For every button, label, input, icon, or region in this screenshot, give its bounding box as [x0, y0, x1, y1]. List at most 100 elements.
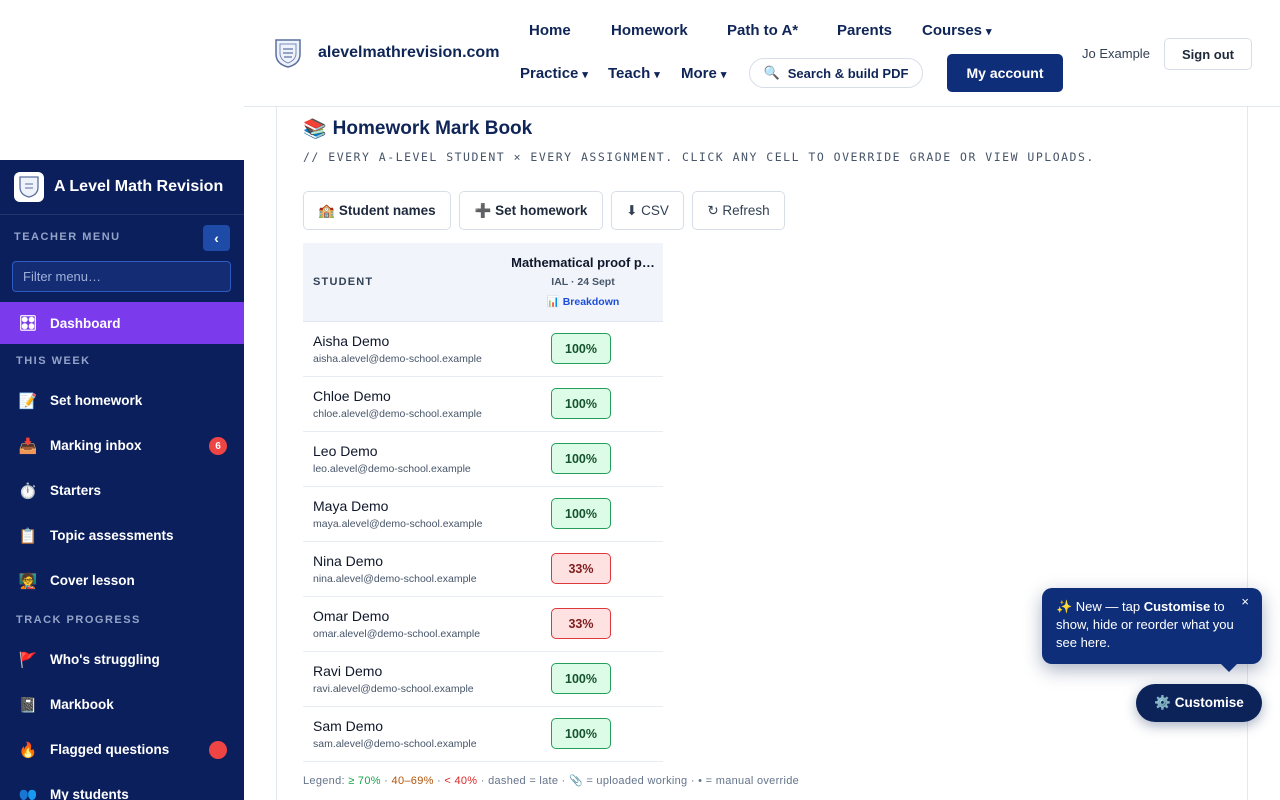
grade-cell: 33% — [503, 596, 663, 652]
teacher-icon: 🧑‍🏫 — [18, 572, 38, 590]
search-build-pdf-button[interactable]: 🔍 Search & build PDF — [749, 58, 923, 88]
student-cell: Omar Demo omar.alevel@demo-school.example — [303, 596, 503, 652]
assignment-column-header[interactable]: Mathematical proof p… IAL · 24 Sept 📊 Br… — [503, 243, 663, 322]
flag-icon: 🚩 — [18, 651, 38, 669]
nav-more[interactable]: More ▾ — [681, 65, 726, 82]
chevron-down-icon: ▾ — [654, 69, 660, 81]
nav-path-to-a-star[interactable]: Path to A* — [727, 22, 798, 39]
student-name: Nina Demo — [313, 552, 384, 569]
nav-teach[interactable]: Teach ▾ — [608, 65, 660, 82]
sidebar-item-markbook[interactable]: 📓 Markbook — [0, 682, 244, 727]
grade-badge[interactable]: 100% — [551, 498, 611, 529]
sidebar-item-marking-inbox[interactable]: 📥 Marking inbox 6 — [0, 423, 244, 468]
dashboard-icon: 🎛 — [18, 315, 38, 332]
customise-button[interactable]: ⚙️ Customise — [1136, 684, 1262, 722]
books-icon: 📚 — [303, 119, 327, 140]
grade-cell: 100% — [503, 431, 663, 487]
chevron-down-icon: ▾ — [720, 69, 727, 81]
grade-badge[interactable]: 33% — [551, 608, 611, 639]
breakdown-link[interactable]: 📊 Breakdown — [503, 295, 663, 308]
site-name: alevelmathrevision.com — [318, 44, 500, 61]
grade-cell: 100% — [503, 651, 663, 707]
grade-badge[interactable]: 100% — [551, 663, 611, 694]
student-cell: Chloe Demo chloe.alevel@demo-school.examp… — [303, 376, 503, 432]
student-name: Ravi Demo — [313, 662, 383, 679]
grade-cell: 100% — [503, 706, 663, 762]
crest-logo-icon — [19, 176, 39, 198]
sidebar-item-label: Topic assessments — [50, 528, 174, 543]
grade-legend: Legend: ≥ 70% · 40–69% · < 40% · dashed … — [303, 775, 800, 787]
student-column-header: STUDENT — [303, 243, 503, 322]
sidebar-item-set-homework[interactable]: 📝 Set homework — [0, 378, 244, 423]
table-row: Omar Demo omar.alevel@demo-school.example… — [303, 596, 663, 652]
grade-badge[interactable]: 33% — [551, 553, 611, 584]
student-names-button[interactable]: 🏫 Student names — [303, 191, 451, 230]
nav-courses[interactable]: Courses ▾ — [922, 22, 992, 39]
nav-teach-label: Teach — [608, 65, 651, 82]
legend-rest: · dashed = late · 📎 = uploaded working ·… — [480, 775, 800, 787]
student-cell: Aisha Demo aisha.alevel@demo-school.examp… — [303, 321, 503, 377]
marking-count-badge: 6 — [209, 437, 227, 455]
student-email: leo.alevel@demo-school.example — [313, 462, 471, 475]
top-header: alevelmathrevision.com Home Homework Pat… — [244, 0, 1280, 107]
grade-badge[interactable]: 100% — [551, 388, 611, 419]
close-icon[interactable]: × — [1241, 593, 1249, 611]
set-homework-button[interactable]: ➕ Set homework — [459, 191, 603, 230]
user-name: Jo Example — [1082, 46, 1150, 61]
crest-logo-icon — [275, 39, 301, 68]
sidebar-header: A Level Math Revision — [0, 160, 244, 215]
table-row: Ravi Demo ravi.alevel@demo-school.example… — [303, 651, 663, 707]
sidebar-item-label: Set homework — [50, 393, 143, 408]
student-cell: Maya Demo maya.alevel@demo-school.example — [303, 486, 503, 542]
inbox-icon: 📥 — [18, 437, 38, 455]
brand-link[interactable]: alevelmathrevision.com — [274, 38, 499, 68]
people-icon: 👥 — [18, 786, 38, 800]
nav-home[interactable]: Home — [529, 22, 571, 39]
page-title-text: Homework Mark Book — [332, 118, 533, 139]
grade-badge[interactable]: 100% — [551, 443, 611, 474]
nav-homework[interactable]: Homework — [611, 22, 688, 39]
sidebar-item-whos-struggling[interactable]: 🚩 Who's struggling — [0, 637, 244, 682]
sidebar-item-label: Who's struggling — [50, 652, 160, 667]
student-email: chloe.alevel@demo-school.example — [313, 407, 482, 420]
sign-out-button[interactable]: Sign out — [1164, 38, 1252, 70]
flagged-dot-badge — [209, 741, 227, 759]
student-email: sam.alevel@demo-school.example — [313, 737, 477, 750]
table-row: Sam Demo sam.alevel@demo-school.example 10… — [303, 706, 663, 762]
student-name: Leo Demo — [313, 442, 378, 459]
student-email: omar.alevel@demo-school.example — [313, 627, 481, 640]
nav-courses-label: Courses — [922, 22, 983, 39]
grade-badge[interactable]: 100% — [551, 333, 611, 364]
sidebar-item-my-students[interactable]: 👥 My students — [0, 772, 244, 800]
grade-cell: 100% — [503, 376, 663, 432]
nav-practice[interactable]: Practice ▾ — [520, 65, 588, 82]
grade-badge[interactable]: 100% — [551, 718, 611, 749]
page-subtitle: // EVERY A-LEVEL STUDENT × EVERY ASSIGNM… — [303, 150, 1095, 164]
sidebar-item-cover-lesson[interactable]: 🧑‍🏫 Cover lesson — [0, 558, 244, 603]
refresh-button[interactable]: ↻ Refresh — [692, 191, 785, 230]
student-cell: Sam Demo sam.alevel@demo-school.example — [303, 706, 503, 762]
sidebar-item-starters[interactable]: ⏱️ Starters — [0, 468, 244, 513]
table-row: Chloe Demo chloe.alevel@demo-school.examp… — [303, 376, 663, 432]
teacher-menu-label: TEACHER MENU — [14, 231, 121, 243]
my-account-button[interactable]: My account — [947, 54, 1063, 92]
search-icon: 🔍 — [763, 65, 780, 80]
section-track-progress: TRACK PROGRESS — [16, 614, 141, 626]
sidebar-item-flagged-questions[interactable]: 🔥 Flagged questions — [0, 727, 244, 772]
sidebar-item-dashboard[interactable]: 🎛 Dashboard — [0, 302, 244, 344]
legend-prefix: Legend: — [303, 775, 345, 787]
sidebar-item-topic-assessments[interactable]: 📋 Topic assessments — [0, 513, 244, 558]
filter-menu-input[interactable]: Filter menu… — [12, 261, 231, 292]
nav-parents[interactable]: Parents — [837, 22, 892, 39]
student-email: aisha.alevel@demo-school.example — [313, 352, 482, 365]
mark-book-table: STUDENT Mathematical proof p… IAL · 24 S… — [303, 243, 663, 762]
sidebar-item-label: Marking inbox — [50, 438, 142, 453]
collapse-sidebar-button[interactable]: ‹ — [203, 225, 230, 251]
student-email: maya.alevel@demo-school.example — [313, 517, 483, 530]
sidebar-title: A Level Math Revision — [54, 178, 224, 195]
nav-practice-label: Practice — [520, 65, 579, 82]
student-name: Maya Demo — [313, 497, 389, 514]
legend-amber: 40–69% — [391, 775, 434, 787]
chevron-down-icon: ▾ — [986, 26, 992, 38]
csv-export-button[interactable]: ⬇ CSV — [611, 191, 684, 230]
